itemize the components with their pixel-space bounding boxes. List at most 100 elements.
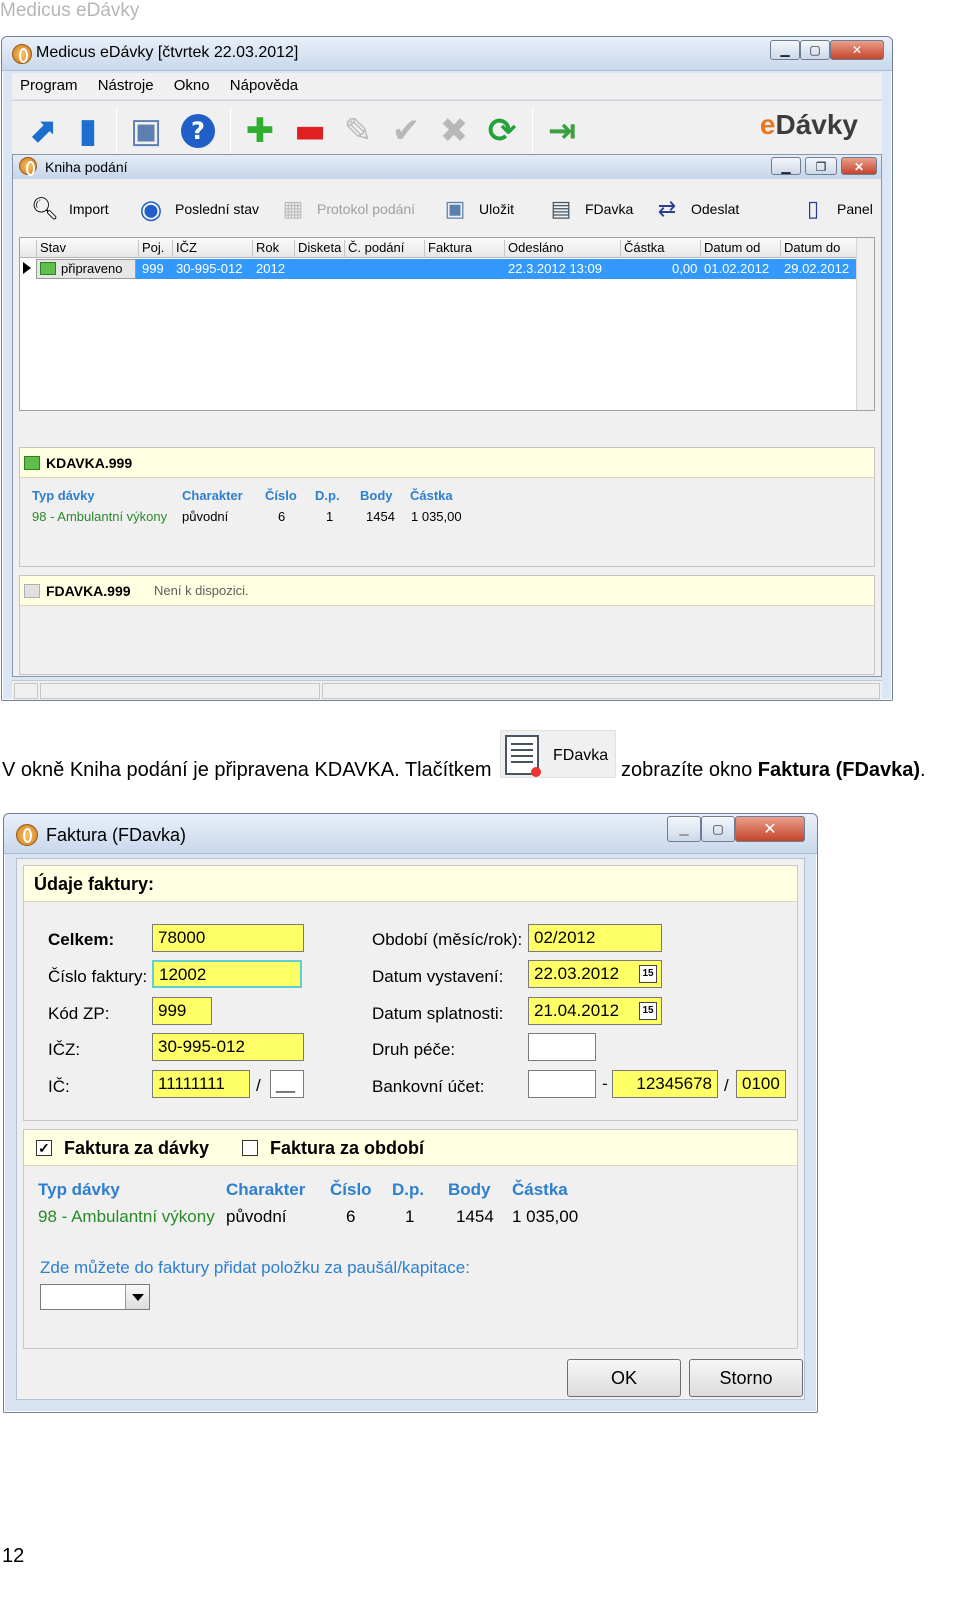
close-button[interactable]: ✕ (830, 40, 884, 60)
ucet-field[interactable]: 12345678 (612, 1070, 718, 1098)
toolbar-separator (532, 107, 533, 153)
faktura-za-obdobi-checkbox[interactable] (242, 1140, 258, 1156)
podani-grid: Stav Poj. IČZ Rok Disketa Č. podání Fakt… (19, 237, 875, 411)
send-button[interactable]: ⇄ Odeslat (649, 191, 739, 227)
col-poj[interactable]: Poj. (138, 240, 170, 258)
calendar-icon[interactable]: 15 (639, 965, 657, 983)
paushal-select[interactable] (40, 1284, 150, 1310)
kdavka-header: KDAVKA.999 (20, 448, 874, 478)
col-castka[interactable]: Částka (620, 240, 698, 258)
ic-slash: / (256, 1076, 261, 1095)
chevron-down-icon[interactable] (125, 1285, 149, 1309)
cancel-x-icon[interactable]: ✖ (432, 109, 476, 153)
statusbar (12, 680, 882, 700)
inner-minimize-button[interactable]: ▁ (771, 157, 801, 175)
celkem-label: Celkem: (48, 930, 115, 949)
grid-header: Stav Poj. IČZ Rok Disketa Č. podání Fakt… (20, 238, 856, 258)
refresh-icon[interactable]: ⟳ (480, 109, 524, 153)
export-icon[interactable]: ⬈ (20, 109, 64, 153)
protocol-button[interactable]: ▦ Protokol podání (275, 191, 415, 227)
main-window: Medicus eDávky [čtvrtek 22.03.2012] ▁ ▢ … (1, 36, 893, 701)
ic-field[interactable]: 11111111 (152, 1070, 250, 1098)
dialog-minimize-button[interactable]: ▁ (667, 816, 701, 842)
col-datum-od[interactable]: Datum od (700, 240, 778, 258)
minimize-button[interactable]: ▁ (770, 40, 800, 60)
save-disk-icon[interactable]: ▣ (124, 109, 168, 153)
instruction-paragraph-end: zobrazíte okno Faktura (FDavka). (621, 759, 926, 781)
help-icon[interactable]: ? (176, 109, 220, 153)
invoice-icon (505, 735, 541, 777)
edit-pencil-icon[interactable]: ✎ (336, 109, 380, 153)
instruction-paragraph: V okně Kniha podání je připravena KDAVKA… (2, 759, 492, 781)
col-datum-do[interactable]: Datum do (780, 240, 858, 258)
ic-suffix-field[interactable]: __ (270, 1070, 304, 1098)
toolbar-separator (230, 107, 231, 153)
ready-icon (24, 456, 40, 470)
dialog-body: Údaje faktury: Celkem: 78000 Číslo faktu… (16, 858, 805, 1400)
status-cell (14, 683, 38, 699)
cislo-faktury-field[interactable]: 12002 (152, 960, 302, 988)
menu-program[interactable]: Program (12, 73, 86, 94)
send-arrows-icon: ⇄ (657, 196, 677, 221)
ucet-prefix-field[interactable] (528, 1070, 596, 1098)
celkem-field[interactable]: 78000 (152, 924, 304, 952)
add-icon[interactable]: ✚ (238, 109, 282, 153)
inner-restore-button[interactable]: ❐ (805, 157, 837, 175)
kod-zp-label: Kód ZP: (48, 1004, 110, 1023)
ok-button[interactable]: OK (567, 1359, 681, 1397)
obdobi-field[interactable]: 02/2012 (528, 924, 662, 952)
col-disketa[interactable]: Disketa (294, 240, 344, 258)
storno-button[interactable]: Storno (689, 1359, 803, 1397)
kod-banky-field[interactable]: 0100 (736, 1070, 786, 1098)
faktura-za-davky-checkbox[interactable]: ✓ (36, 1140, 52, 1156)
kod-zp-field[interactable]: 999 (152, 997, 212, 1025)
grid-scrollbar[interactable] (856, 238, 874, 410)
floppy-icon: ▣ (444, 196, 466, 221)
dialog-maximize-button[interactable]: ▢ (701, 816, 735, 842)
status-cell (322, 683, 880, 699)
menubar: Program Nástroje Okno Nápověda (12, 73, 882, 99)
kniha-podani-title: Kniha podání (45, 159, 128, 175)
col-rok[interactable]: Rok (252, 240, 292, 258)
ucet-slash: / (724, 1076, 729, 1095)
ready-icon (40, 262, 56, 275)
paushal-note: Zde můžete do faktury přidat položku za … (40, 1258, 470, 1277)
import-button[interactable]: 🔍︎ Import (27, 191, 109, 227)
bankovni-ucet-label: Bankovní účet: (372, 1077, 485, 1096)
druh-pece-field[interactable] (528, 1033, 596, 1061)
table-row[interactable]: připraveno 999 30-995-012 2012 22.3.2012… (20, 259, 856, 279)
menu-okno[interactable]: Okno (166, 73, 218, 94)
panel-button[interactable]: ▯ Panel (795, 191, 873, 227)
druh-pece-label: Druh péče: (372, 1040, 456, 1059)
datum-vystaveni-field[interactable]: 22.03.2012 15 (528, 960, 662, 988)
remove-icon[interactable]: ▬ (288, 109, 332, 153)
dialog-close-button[interactable]: ✕ (735, 816, 805, 842)
calendar-icon[interactable]: 15 (639, 1002, 657, 1020)
cislo-faktury-label: Číslo faktury: (48, 967, 148, 986)
maximize-button[interactable]: ▢ (800, 40, 830, 60)
fdavka-button[interactable]: ▤ FDavka (543, 191, 634, 227)
eye-icon: ◉ (139, 193, 163, 224)
confirm-check-icon[interactable]: ✔ (384, 109, 428, 153)
udaje-faktury-group: Údaje faktury: Celkem: 78000 Číslo faktu… (23, 865, 798, 1121)
faktura-za-group: ✓ Faktura za dávky Faktura za období Typ… (23, 1129, 798, 1349)
col-odeslano[interactable]: Odesláno (504, 240, 618, 258)
exit-door-icon[interactable]: ⇥ (540, 109, 584, 153)
last-state-button[interactable]: ◉ Poslední stav (133, 191, 259, 227)
col-cislo-podani[interactable]: Č. podání (344, 240, 422, 258)
faktura-dialog: Faktura (FDavka) ▁ ▢ ✕ Údaje faktury: Ce… (3, 813, 818, 1413)
menu-napoveda[interactable]: Nápověda (222, 73, 306, 94)
datum-splatnosti-label: Datum splatnosti: (372, 1004, 504, 1023)
datum-splatnosti-field[interactable]: 21.04.2012 15 (528, 997, 662, 1025)
col-stav[interactable]: Stav (36, 240, 136, 258)
col-icz[interactable]: IČZ (172, 240, 250, 258)
fdavka-panel: FDAVKA.999 Není k dispozici. (19, 575, 875, 675)
icz-field[interactable]: 30-995-012 (152, 1033, 304, 1061)
kniha-podani-titlebar: Kniha podání ▁ ❐ ✕ (13, 155, 881, 179)
save-button[interactable]: ▣ Uložit (437, 191, 514, 227)
col-faktura[interactable]: Faktura (424, 240, 502, 258)
inner-close-button[interactable]: ✕ (841, 157, 877, 175)
protocol-icon: ▦ (282, 196, 304, 221)
menu-nastroje[interactable]: Nástroje (90, 73, 162, 94)
book-icon[interactable]: ▮ (66, 109, 110, 153)
